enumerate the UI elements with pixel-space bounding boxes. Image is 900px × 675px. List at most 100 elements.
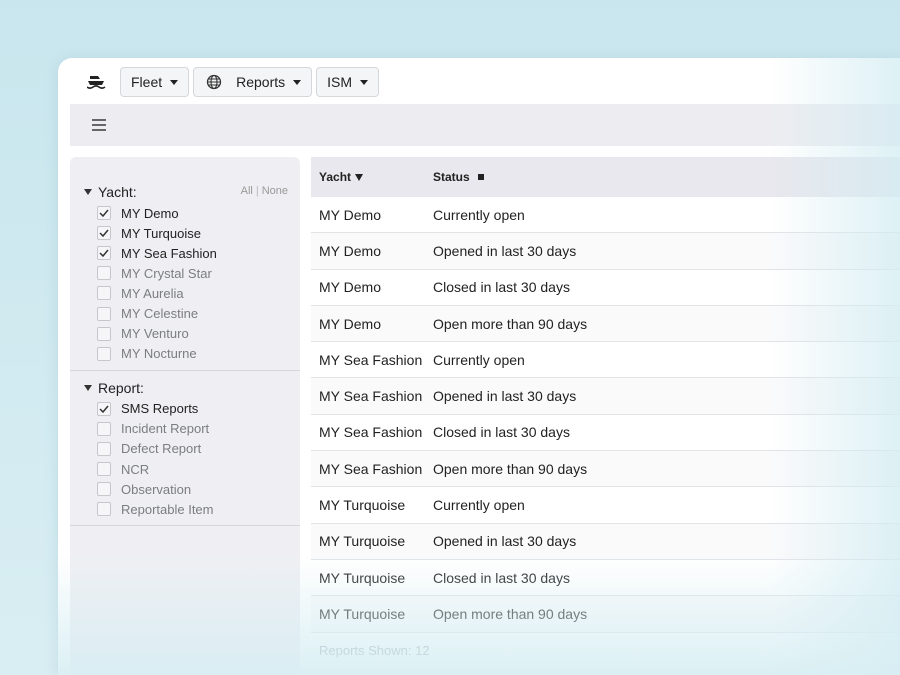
yacht-column-header[interactable]: Yacht [311,170,425,184]
checkbox[interactable] [97,266,111,281]
table-row[interactable]: MY Turquoise Currently open [311,487,900,524]
ism-menu-button[interactable]: ISM [316,67,380,97]
status-cell: Opened in last 30 days [433,533,577,550]
table-row[interactable]: MY Turquoise Open more than 90 days [311,596,900,633]
select-all-link[interactable]: All [241,185,253,197]
yacht-filter-group: Yacht: All | None MY Demo MY Turquoise MY Se… [70,157,300,364]
filter-item-label: Defect Report [121,441,202,457]
all-none-toggle: All | None [240,185,288,197]
filter-item-label: MY Celestine [121,306,199,322]
checkbox[interactable] [97,482,111,497]
table-row[interactable]: MY Demo Opened in last 30 days [311,233,900,270]
filter-item-label: MY Turquoise [121,225,201,241]
sidebar-divider [70,369,300,371]
table-row[interactable]: MY Sea Fashion Opened in last 30 days [311,378,900,415]
status-column-header[interactable]: Status [425,170,484,184]
report-filter-list: SMS Reports Incident Report Defect Report N… [84,399,300,520]
checkbox[interactable] [97,346,111,361]
checkbox[interactable] [97,462,111,477]
filter-item[interactable]: MY Venturo [84,324,300,344]
fleet-menu-button[interactable]: Fleet [120,67,190,97]
select-none-link[interactable]: None [262,185,288,197]
status-cell: Currently open [433,351,525,368]
table-header: Yacht Status [311,157,900,197]
report-group-header[interactable]: Report: [84,377,300,399]
hamburger-icon[interactable] [92,119,106,131]
filter-item[interactable]: SMS Reports [84,399,300,419]
yacht-cell: MY Turquoise [319,533,406,550]
filter-item[interactable]: MY Turquoise [84,223,300,243]
filter-item-label: Observation [121,481,192,497]
filter-item[interactable]: Reportable Item [84,499,300,519]
filter-item[interactable]: Defect Report [84,439,300,459]
ship-icon[interactable] [86,71,108,93]
yacht-cell: MY Sea Fashion [319,388,423,405]
checkbox[interactable] [97,502,111,517]
checkbox[interactable] [97,226,111,241]
filter-item[interactable]: MY Demo [84,203,300,223]
checkbox[interactable] [97,401,111,416]
top-menu-bar: Fleet Reports ISM [58,58,900,106]
filter-item-label: Reportable Item [121,501,214,517]
table-row[interactable]: MY Sea Fashion Open more than 90 days [311,451,900,488]
table-row[interactable]: MY Sea Fashion Closed in last 30 days [311,414,900,452]
app-window: Fleet Reports ISM Yacht: All | None MY D… [58,58,900,675]
sidebar-divider [70,525,300,527]
table-row[interactable]: MY Demo Closed in last 30 days [311,269,900,306]
collapse-triangle-icon[interactable] [84,189,92,195]
table-row[interactable]: MY Sea Fashion Currently open [311,342,900,379]
filter-item[interactable]: MY Celestine [84,303,300,323]
reports-menu-label: Reports [236,74,286,90]
status-cell: Opened in last 30 days [433,388,577,405]
reports-menu-button[interactable]: Reports [193,67,313,97]
yacht-cell: MY Demo [319,315,381,332]
yacht-filter-list: MY Demo MY Turquoise MY Sea Fashion MY Crys… [84,203,300,364]
yacht-group-header[interactable]: Yacht: All | None [84,181,300,203]
status-cell: Open more than 90 days [433,460,588,477]
reports-table: Yacht Status MY Demo Currently open MY Dem… [311,157,900,669]
filter-item-label: Incident Report [121,421,210,437]
table-row[interactable]: MY Demo Open more than 90 days [311,305,900,343]
yacht-cell: MY Turquoise [319,497,406,514]
checkbox[interactable] [97,441,111,456]
yacht-cell: MY Sea Fashion [319,424,423,441]
checkbox[interactable] [97,206,111,221]
checkbox[interactable] [97,286,111,301]
yacht-cell: MY Turquoise [319,569,406,586]
filter-item[interactable]: MY Aurelia [84,283,300,303]
filter-item[interactable]: Observation [84,479,300,499]
filter-item[interactable]: MY Sea Fashion [84,243,300,263]
filter-item[interactable]: MY Nocturne [84,344,300,364]
status-header-label: Status [433,170,470,184]
table-row[interactable]: MY Turquoise Opened in last 30 days [311,523,900,560]
table-row[interactable]: MY Turquoise Closed in last 30 days [311,559,900,597]
yacht-cell: MY Sea Fashion [319,460,423,477]
filter-item-label: MY Nocturne [121,346,197,362]
filter-item-label: MY Sea Fashion [121,245,217,261]
status-cell: Closed in last 30 days [433,569,570,586]
checkbox[interactable] [97,246,111,261]
ism-menu-label: ISM [327,74,353,90]
filter-item-label: SMS Reports [121,401,199,417]
fleet-menu-label: Fleet [131,74,163,90]
yacht-header-label: Yacht [319,170,352,184]
checkbox[interactable] [97,326,111,341]
filter-item[interactable]: MY Crystal Star [84,263,300,283]
checkbox[interactable] [97,421,111,436]
chevron-down-icon [293,79,302,85]
filter-item-label: MY Venturo [121,326,189,342]
table-body: MY Demo Currently open MY Demo Opened in la… [311,197,900,633]
status-cell: Currently open [433,497,525,514]
report-filter-group: Report: SMS Reports Incident Report Defect… [70,377,300,520]
filter-item[interactable]: Incident Report [84,419,300,439]
status-cell: Opened in last 30 days [433,242,577,259]
status-cell: Closed in last 30 days [433,424,570,441]
table-row[interactable]: MY Demo Currently open [311,197,900,234]
filter-item[interactable]: NCR [84,459,300,479]
sort-descending-icon [355,173,364,181]
filter-item-label: MY Crystal Star [121,265,212,281]
globe-icon [206,74,222,90]
checkmark-icon [99,249,109,258]
checkbox[interactable] [97,306,111,321]
collapse-triangle-icon[interactable] [84,384,92,391]
